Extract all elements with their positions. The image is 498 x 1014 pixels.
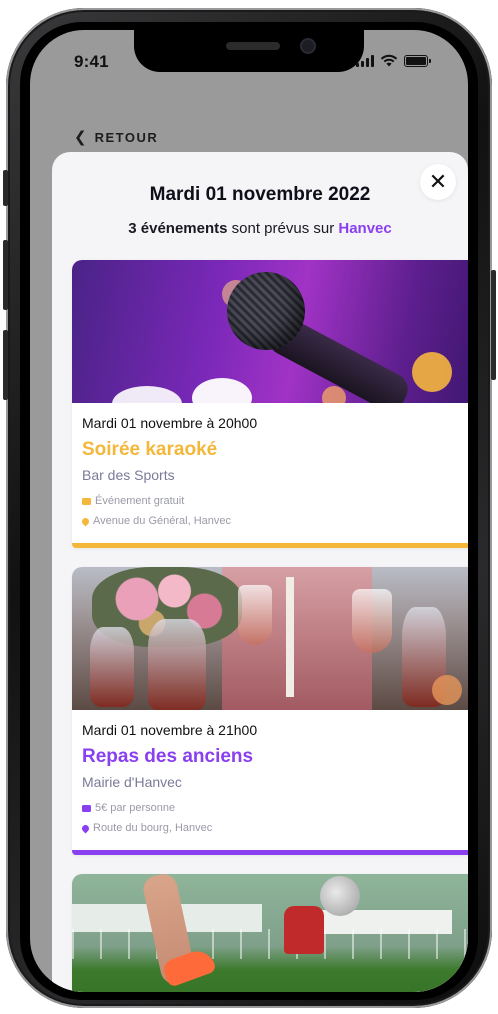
location-pin-icon [80,516,91,526]
volume-down-button [3,330,8,400]
signal-icon [356,55,374,67]
location-pin-icon [80,823,91,833]
event-venue: Mairie d'Hanvec [82,774,182,790]
mute-switch [3,170,8,206]
event-address: Avenue du Général, Hanvec [93,515,231,527]
subtitle-place: Hanvec [338,220,392,237]
status-bar: 9:41 [30,30,468,90]
event-card-football[interactable] [72,874,468,992]
chevron-left-icon: ❮ [74,129,87,146]
event-price: 5€ par personne [95,802,176,814]
back-label: RETOUR [94,129,159,145]
event-price-row: Événement gratuit [82,495,468,507]
speaker-grille [226,42,280,50]
event-title: Repas des anciens [82,746,254,767]
event-venue: Bar des Sports [82,467,175,483]
event-card-repas[interactable]: Mardi 01 novembre à 21h00 Repas des anci… [72,567,468,855]
event-title: Soirée karaoké [82,439,218,460]
event-date: Mardi 01 novembre à 20h00 [82,415,258,431]
wifi-icon [380,54,398,67]
event-card-karaoke[interactable]: Mardi 01 novembre à 20h00 Soirée karaoké… [72,260,468,548]
status-time: 9:41 [74,52,109,71]
phone-screen: 9:41 ❮ RETOUR ✕ Mardi 01 novembre 2022 3… [30,30,468,992]
event-address: Route du bourg, Hanvec [93,822,213,834]
event-price-row: 5€ par personne [82,802,468,814]
back-button[interactable]: ❮ RETOUR [74,128,158,146]
subtitle-text: sont prévus sur [227,220,339,237]
dinner-table-image [72,567,468,710]
ticket-icon [82,497,91,505]
volume-up-button [3,240,8,310]
power-button [491,270,496,380]
karaoke-microphone-image [72,260,468,403]
event-address-row: Avenue du Général, Hanvec [80,515,468,527]
event-count: 3 événements [128,220,228,237]
football-match-image [72,874,468,992]
notch [134,30,364,72]
event-address-row: Route du bourg, Hanvec [80,822,468,834]
front-camera [300,38,316,54]
ticket-icon [82,804,91,812]
status-icons [356,54,431,67]
battery-icon [404,55,431,67]
phone-bezel: 9:41 ❮ RETOUR ✕ Mardi 01 novembre 2022 3… [20,22,478,1000]
sheet-title: Mardi 01 novembre 2022 [149,184,371,205]
battery-level [406,57,426,65]
sheet-subtitle: 3 événements sont prévus sur Hanvec [52,220,468,237]
events-sheet: ✕ Mardi 01 novembre 2022 3 événements so… [52,152,468,992]
event-price: Événement gratuit [95,495,185,507]
event-date: Mardi 01 novembre à 21h00 [82,722,258,738]
